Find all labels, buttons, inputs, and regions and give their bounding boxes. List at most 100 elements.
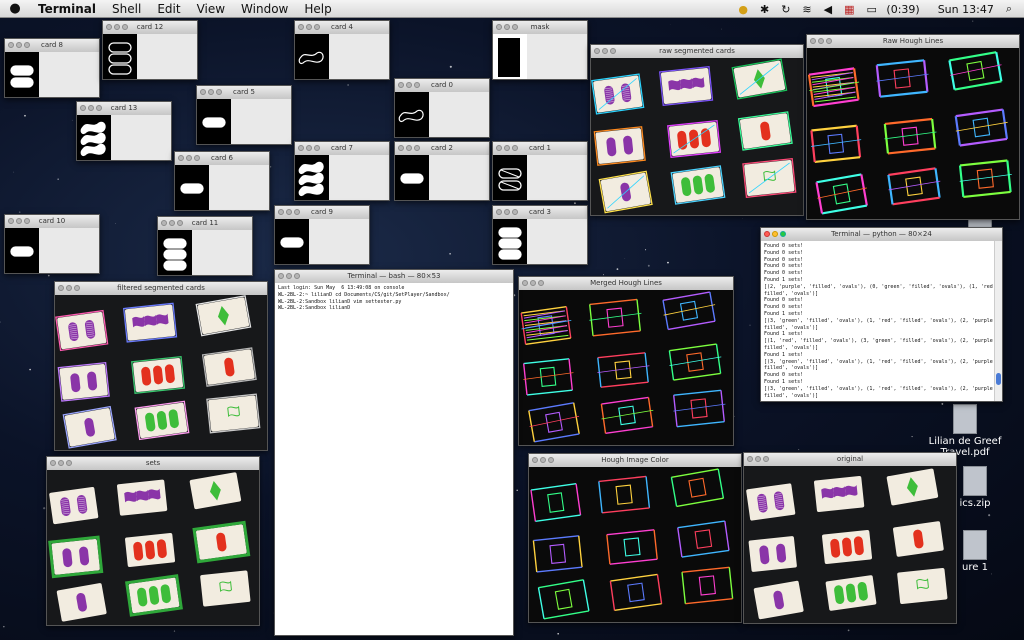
zoom-button[interactable]	[294, 209, 300, 215]
close-button[interactable]	[8, 218, 14, 224]
window-titlebar[interactable]: card 0	[395, 79, 489, 93]
close-button[interactable]	[522, 280, 528, 286]
menu-clock[interactable]: Sun 13:47	[932, 3, 1000, 16]
minimize-button[interactable]	[306, 145, 312, 151]
zoom-button[interactable]	[24, 42, 30, 48]
zoom-button[interactable]	[314, 145, 320, 151]
window-card-7[interactable]: card 7	[294, 141, 390, 201]
window-card-11[interactable]: card 11	[157, 216, 253, 276]
menu-edit[interactable]: Edit	[149, 0, 188, 18]
minimize-button[interactable]	[504, 24, 510, 30]
window-titlebar[interactable]: card 13	[77, 102, 171, 116]
window-titlebar[interactable]: raw segmented cards	[591, 45, 803, 59]
minimize-button[interactable]	[16, 42, 22, 48]
minimize-button[interactable]	[169, 220, 175, 226]
zoom-button[interactable]	[780, 231, 786, 237]
minimize-button[interactable]	[530, 280, 536, 286]
window-titlebar[interactable]: card 3	[493, 206, 587, 220]
window-sets[interactable]: sets	[46, 456, 260, 626]
battery-status[interactable]: ▭ (0:39)	[861, 3, 932, 16]
close-button[interactable]	[298, 145, 304, 151]
close-button[interactable]	[50, 460, 56, 466]
bluetooth-icon[interactable]: ✱	[754, 3, 775, 16]
window-titlebar[interactable]: filtered segmented cards	[55, 282, 267, 296]
window-card-9[interactable]: card 9	[274, 205, 370, 265]
window-original[interactable]: original	[743, 452, 957, 624]
close-button[interactable]	[398, 82, 404, 88]
menu-help[interactable]: Help	[296, 0, 339, 18]
close-button[interactable]	[764, 231, 770, 237]
minimize-button[interactable]	[406, 82, 412, 88]
menu-shell[interactable]: Shell	[104, 0, 149, 18]
desktop-file-pdf[interactable]: Lilian de Greef Travel.pdf	[925, 404, 1005, 458]
window-titlebar[interactable]: card 1	[493, 142, 587, 156]
zoom-button[interactable]	[122, 24, 128, 30]
window-card-13[interactable]: card 13	[76, 101, 172, 161]
minimize-button[interactable]	[772, 231, 778, 237]
minimize-button[interactable]	[286, 273, 292, 279]
close-button[interactable]	[200, 89, 206, 95]
window-card-12[interactable]: card 12	[102, 20, 198, 80]
window-mask[interactable]: mask	[492, 20, 588, 80]
window-titlebar[interactable]: card 9	[275, 206, 369, 220]
zoom-button[interactable]	[512, 209, 518, 215]
close-button[interactable]	[8, 42, 14, 48]
window-card-8[interactable]: card 8	[4, 38, 100, 98]
minimize-button[interactable]	[602, 48, 608, 54]
window-terminal-python[interactable]: Terminal — python — 80×24 Found 0 sets! F…	[760, 227, 1003, 402]
minimize-button[interactable]	[818, 38, 824, 44]
minimize-button[interactable]	[540, 457, 546, 463]
window-raw-hough-lines[interactable]: Raw Hough Lines	[806, 34, 1020, 220]
window-card-5[interactable]: card 5	[196, 85, 292, 145]
window-card-1[interactable]: card 1	[492, 141, 588, 201]
window-titlebar[interactable]: Merged Hough Lines	[519, 277, 733, 291]
close-button[interactable]	[747, 456, 753, 462]
minimize-button[interactable]	[406, 145, 412, 151]
zoom-button[interactable]	[610, 48, 616, 54]
window-titlebar[interactable]: original	[744, 453, 956, 467]
zoom-button[interactable]	[24, 218, 30, 224]
volume-icon[interactable]: ◀	[818, 3, 838, 16]
close-button[interactable]	[161, 220, 167, 226]
menu-window[interactable]: Window	[233, 0, 296, 18]
window-titlebar[interactable]: card 7	[295, 142, 389, 156]
window-card-4[interactable]: card 4	[294, 20, 390, 80]
close-button[interactable]	[496, 145, 502, 151]
menu-app-name[interactable]: Terminal	[30, 0, 104, 18]
minimize-button[interactable]	[66, 285, 72, 291]
close-button[interactable]	[532, 457, 538, 463]
minimize-button[interactable]	[755, 456, 761, 462]
wifi-icon[interactable]: ≋	[796, 3, 817, 16]
time-machine-icon[interactable]: ↻	[775, 3, 796, 16]
minimize-button[interactable]	[114, 24, 120, 30]
window-titlebar[interactable]: mask	[493, 21, 587, 35]
zoom-button[interactable]	[177, 220, 183, 226]
window-merged-hough-lines[interactable]: Merged Hough Lines	[518, 276, 734, 446]
apple-menu-icon[interactable]: ●	[0, 1, 30, 16]
terminal-scrollbar[interactable]	[994, 241, 1002, 401]
close-button[interactable]	[810, 38, 816, 44]
minimize-button[interactable]	[306, 24, 312, 30]
close-button[interactable]	[80, 105, 86, 111]
window-card-10[interactable]: card 10	[4, 214, 100, 274]
minimize-button[interactable]	[286, 209, 292, 215]
window-card-0[interactable]: card 0	[394, 78, 490, 138]
window-titlebar[interactable]: card 10	[5, 215, 99, 229]
terminal-bash-output[interactable]: Last login: Sun May 6 13:49:08 on consol…	[275, 283, 513, 635]
close-button[interactable]	[298, 24, 304, 30]
zoom-button[interactable]	[314, 24, 320, 30]
window-card-2[interactable]: card 2	[394, 141, 490, 201]
close-button[interactable]	[178, 155, 184, 161]
spotlight-search-icon[interactable]: ⌕	[1000, 2, 1018, 16]
zoom-button[interactable]	[414, 145, 420, 151]
window-titlebar[interactable]: card 5	[197, 86, 291, 100]
window-hough-image-color[interactable]: Hough Image Color	[528, 453, 742, 623]
close-button[interactable]	[106, 24, 112, 30]
minimize-button[interactable]	[88, 105, 94, 111]
window-titlebar[interactable]: card 6	[175, 152, 269, 166]
zoom-button[interactable]	[216, 89, 222, 95]
window-titlebar[interactable]: Terminal — bash — 80×53	[275, 270, 513, 284]
zoom-button[interactable]	[538, 280, 544, 286]
minimize-button[interactable]	[58, 460, 64, 466]
terminal-python-output[interactable]: Found 0 sets! Found 0 sets! Found 0 sets! F…	[761, 241, 995, 401]
